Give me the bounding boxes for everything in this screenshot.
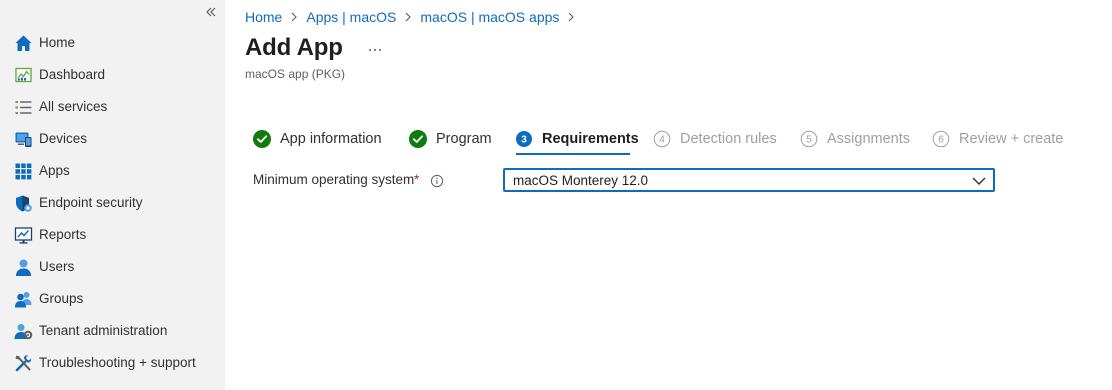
checkmark-circle-icon (253, 130, 271, 148)
sidebar-item-reports[interactable]: Reports (0, 220, 225, 250)
sidebar-item-all-services[interactable]: All services (0, 92, 225, 122)
tab-assignments[interactable]: 5 Assignments (800, 128, 910, 150)
sidebar-item-groups[interactable]: Groups (0, 284, 225, 314)
collapse-sidebar-icon[interactable] (203, 4, 219, 20)
reports-icon (14, 226, 33, 245)
chevron-right-icon (566, 8, 576, 26)
more-options-icon[interactable] (366, 40, 384, 58)
step-number-badge: 3 (515, 130, 533, 148)
step-label: Requirements (542, 131, 639, 147)
active-tab-indicator (516, 153, 630, 155)
sidebar-item-label: Reports (39, 227, 87, 242)
page-title: Add App (245, 34, 343, 61)
user-icon (14, 258, 33, 277)
sidebar-item-troubleshooting-support[interactable]: Troubleshooting + support (0, 348, 225, 378)
step-label: Detection rules (680, 131, 777, 147)
tab-detection-rules[interactable]: 4 Detection rules (653, 128, 777, 150)
step-label: App information (280, 131, 382, 147)
tab-app-information[interactable]: App information (253, 128, 382, 150)
step-number: 3 (521, 135, 527, 146)
page-subtitle: macOS app (PKG) (245, 67, 346, 81)
step-label: Program (436, 131, 492, 147)
step-number-badge: 6 (932, 130, 950, 148)
devices-icon (14, 130, 33, 149)
sidebar-item-label: All services (39, 99, 108, 114)
sidebar-item-apps[interactable]: Apps (0, 156, 225, 186)
step-label: Assignments (827, 131, 911, 147)
home-icon (14, 34, 33, 53)
tools-icon (14, 354, 33, 373)
tenant-admin-icon (14, 322, 33, 341)
sidebar-item-label: Devices (39, 131, 88, 146)
shield-icon (14, 194, 33, 213)
min-os-selected-value: macOS Monterey 12.0 (513, 173, 649, 188)
breadcrumb-apps-macos-link[interactable]: Apps | macOS (306, 9, 396, 25)
min-os-dropdown[interactable]: macOS Monterey 12.0 (503, 168, 995, 192)
tab-review-create[interactable]: 6 Review + create (932, 128, 1063, 150)
sidebar-item-tenant-administration[interactable]: Tenant administration (0, 316, 225, 346)
sidebar-item-label: Tenant administration (39, 323, 168, 338)
sidebar-item-label: Dashboard (39, 67, 106, 82)
sidebar-item-label: Groups (39, 291, 84, 306)
breadcrumb: Home Apps | macOS macOS | macOS apps (245, 8, 583, 26)
list-icon (14, 98, 33, 117)
breadcrumb-home-link[interactable]: Home (245, 9, 282, 25)
sidebar-item-label: Troubleshooting + support (39, 355, 196, 370)
sidebar-item-dashboard[interactable]: Dashboard (0, 60, 225, 90)
sidebar-item-devices[interactable]: Devices (0, 124, 225, 154)
step-number: 5 (806, 135, 812, 146)
sidebar-item-home[interactable]: Home (0, 28, 225, 58)
step-number-badge: 4 (653, 130, 671, 148)
info-icon[interactable] (430, 174, 444, 188)
chevron-right-icon (403, 8, 413, 26)
sidebar-item-label: Apps (39, 163, 70, 178)
sidebar-item-label: Users (39, 259, 75, 274)
step-number-badge: 5 (800, 130, 818, 148)
sidebar-item-users[interactable]: Users (0, 252, 225, 282)
checkmark-circle-icon (409, 130, 427, 148)
sidebar-item-label: Home (39, 35, 76, 50)
breadcrumb-macos-apps-link[interactable]: macOS | macOS apps (420, 9, 559, 25)
step-number: 6 (938, 135, 944, 146)
sidebar-item-endpoint-security[interactable]: Endpoint security (0, 188, 225, 218)
chevron-right-icon (289, 8, 299, 26)
sidebar-item-label: Endpoint security (39, 195, 143, 210)
tab-requirements[interactable]: 3 Requirements (515, 128, 639, 150)
groups-icon (14, 290, 33, 309)
chevron-down-icon (972, 174, 986, 186)
step-number: 4 (659, 135, 665, 146)
tab-program[interactable]: Program (409, 128, 492, 150)
left-navigation: Home Dashboard All services Devices Apps (0, 0, 225, 390)
step-label: Review + create (959, 131, 1064, 147)
apps-grid-icon (14, 162, 33, 181)
min-os-label: Minimum operating system (253, 172, 415, 187)
dashboard-icon (14, 66, 33, 85)
required-marker: * (414, 172, 420, 187)
